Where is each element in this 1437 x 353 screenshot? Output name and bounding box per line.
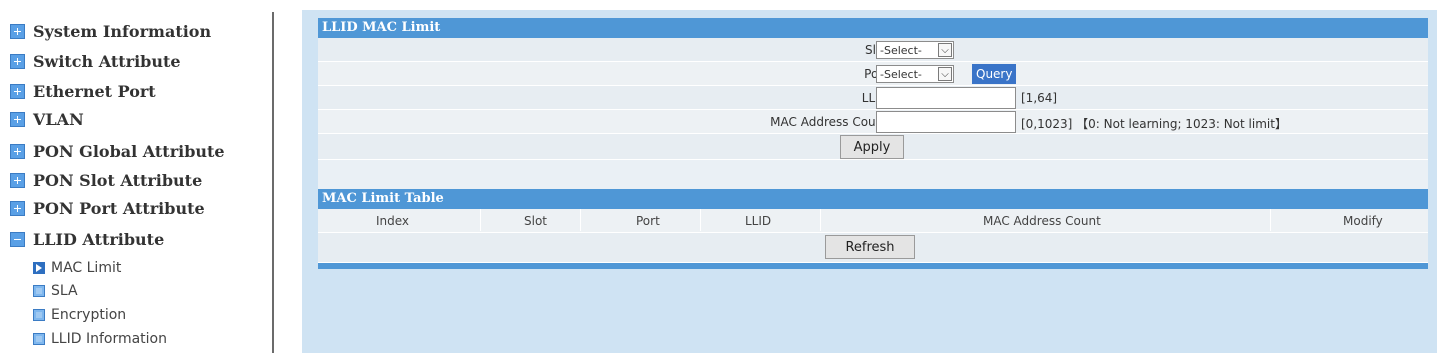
refresh-row: Refresh — [318, 233, 1428, 263]
expand-plus-icon — [10, 53, 25, 69]
column-header-llid: LLID — [745, 214, 772, 228]
sidebar-divider — [272, 12, 274, 353]
refresh-button[interactable]: Refresh — [825, 235, 915, 259]
llid-row: LLID: [1,64] — [318, 86, 1428, 110]
arrow-right-icon — [33, 262, 45, 274]
square-icon — [33, 309, 45, 321]
slot-select[interactable]: -Select- ⌵ — [876, 41, 954, 59]
expand-plus-icon — [10, 143, 25, 159]
main-content: LLID MAC Limit Slot: -Select- ⌵ Port: -S… — [302, 10, 1437, 353]
sidebar-item-label: LLID Attribute — [33, 229, 165, 249]
sidebar-item-label: Ethernet Port — [33, 81, 156, 101]
sidebar-item-system-information[interactable]: System Information — [10, 20, 211, 42]
column-header-modify: Modify — [1343, 214, 1383, 228]
square-icon — [33, 285, 45, 297]
form-title: LLID MAC Limit — [322, 20, 441, 35]
mac-count-row: MAC Address Count: [0,1023] 【0: Not lear… — [318, 110, 1428, 134]
query-button[interactable]: Query — [972, 64, 1017, 84]
expand-plus-icon — [10, 83, 25, 99]
sidebar-item-vlan[interactable]: VLAN — [10, 108, 84, 130]
apply-button[interactable]: Apply — [840, 135, 904, 159]
port-select-value: -Select- — [880, 67, 922, 81]
apply-row: Apply — [318, 134, 1428, 160]
mac-count-range-hint: [0,1023] 【0: Not learning; 1023: Not lim… — [1021, 117, 1287, 131]
table-title: MAC Limit Table — [322, 191, 444, 206]
column-separator — [820, 209, 821, 231]
sidebar-item-label: PON Slot Attribute — [33, 170, 203, 190]
port-row: Port: -Select- ⌵ Query — [318, 62, 1428, 86]
sidebar-item-pon-slot-attribute[interactable]: PON Slot Attribute — [10, 169, 202, 191]
sidebar-item-label: Switch Attribute — [33, 51, 181, 71]
subitem-sla[interactable]: SLA — [33, 282, 78, 300]
sidebar-item-ethernet-port[interactable]: Ethernet Port — [10, 80, 156, 102]
column-separator — [480, 209, 481, 231]
sidebar-item-llid-attribute[interactable]: LLID Attribute — [10, 228, 164, 250]
chevron-down-icon: ⌵ — [938, 67, 952, 81]
subitem-encryption[interactable]: Encryption — [33, 306, 126, 324]
llid-mac-limit-panel: LLID MAC Limit Slot: -Select- ⌵ Port: -S… — [318, 18, 1428, 269]
subitem-label: LLID Information — [51, 331, 167, 347]
column-header-port: Port — [636, 214, 660, 228]
expand-plus-icon — [10, 23, 25, 39]
mac-count-input[interactable] — [876, 111, 1016, 133]
table-title-bar: MAC Limit Table — [318, 189, 1428, 209]
table-column-header-row: Index Slot Port LLID MAC Address Count M… — [318, 209, 1428, 233]
subitem-label: MAC Limit — [51, 260, 122, 276]
column-separator — [1270, 209, 1271, 231]
expand-plus-icon — [10, 172, 25, 188]
mac-count-label: MAC Address Count: — [770, 115, 892, 129]
column-separator — [700, 209, 701, 231]
sidebar-item-label: System Information — [33, 21, 212, 41]
llid-range-hint: [1,64] — [1021, 91, 1058, 105]
subitem-label: SLA — [51, 283, 78, 299]
slot-row: Slot: -Select- ⌵ — [318, 38, 1428, 62]
square-icon — [33, 333, 45, 345]
sidebar: System Information Switch Attribute Ethe… — [0, 0, 272, 353]
subitem-label: Encryption — [51, 307, 127, 323]
subitem-llid-information[interactable]: LLID Information — [33, 330, 167, 348]
sidebar-item-label: PON Global Attribute — [33, 141, 225, 161]
expand-plus-icon — [10, 111, 25, 127]
sidebar-item-label: PON Port Attribute — [33, 198, 205, 218]
panel-bottom-bar — [318, 263, 1428, 269]
sidebar-item-label: VLAN — [33, 109, 84, 129]
subitem-mac-limit[interactable]: MAC Limit — [33, 259, 121, 277]
sidebar-item-pon-port-attribute[interactable]: PON Port Attribute — [10, 197, 205, 219]
chevron-down-icon: ⌵ — [938, 43, 952, 57]
column-separator — [580, 209, 581, 231]
column-header-slot: Slot — [524, 214, 547, 228]
sidebar-item-pon-global-attribute[interactable]: PON Global Attribute — [10, 140, 225, 162]
form-header: LLID MAC Limit — [318, 18, 1428, 38]
port-select[interactable]: -Select- ⌵ — [876, 65, 954, 83]
sidebar-item-switch-attribute[interactable]: Switch Attribute — [10, 50, 181, 72]
expand-plus-icon — [10, 200, 25, 216]
column-header-mac-address-count: MAC Address Count — [983, 214, 1101, 228]
llid-input[interactable] — [876, 87, 1016, 109]
slot-select-value: -Select- — [880, 43, 922, 57]
collapse-minus-icon — [10, 231, 25, 247]
column-header-index: Index — [376, 214, 410, 228]
